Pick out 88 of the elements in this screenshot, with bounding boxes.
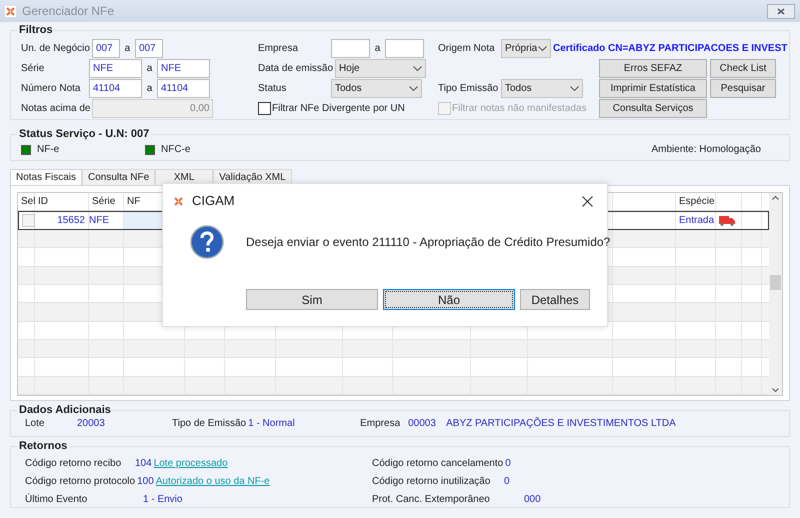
- value-text: 100: [137, 475, 154, 489]
- window-title: Gerenciador NFe: [22, 3, 114, 20]
- range-separator: a: [124, 42, 132, 56]
- group-title: Status Serviço - U.N: 007: [17, 127, 152, 141]
- dialog-message: Deseja enviar o evento 211110 - Apropriação de Crédito Presumido?: [246, 234, 610, 251]
- chevron-down-icon: [570, 86, 579, 91]
- tab[interactable]: Consulta NFe: [82, 169, 156, 185]
- range-separator: a: [146, 62, 154, 76]
- dropdown[interactable]: Hoje: [335, 59, 426, 78]
- table-cell-text: 15652: [57, 214, 85, 228]
- column-header: Sel: [21, 195, 36, 210]
- field-label: Código retorno protocolo: [25, 475, 136, 489]
- input-field[interactable]: [331, 39, 370, 58]
- field-label: Código retorno inutilização: [372, 475, 492, 489]
- field-label: Origem Nota: [438, 42, 496, 56]
- table-cell-text: NFE: [89, 214, 109, 228]
- field-label: Status: [258, 82, 288, 96]
- close-button[interactable]: [767, 4, 795, 18]
- range-separator: a: [374, 42, 382, 56]
- dialog-title: CIGAM: [192, 192, 235, 210]
- checkbox-label: Filtrar notas não manifestadas: [452, 102, 588, 116]
- input-field[interactable]: 007: [134, 39, 163, 58]
- chevron-down-icon: [413, 66, 422, 71]
- field-label: Data de emissão: [258, 62, 334, 76]
- chevron-down-icon: [772, 388, 779, 392]
- dropdown[interactable]: Própria: [501, 39, 551, 58]
- checkbox-label: Filtrar NFe Divergente por UN: [272, 102, 406, 116]
- app-logo-icon: [5, 6, 16, 16]
- field-label: Empresa: [258, 42, 300, 56]
- value-text: 104: [135, 457, 152, 472]
- scrollbar-thumb[interactable]: [770, 275, 781, 290]
- field-label: Último Evento: [25, 492, 88, 507]
- field-label: Série: [21, 62, 46, 76]
- value-text: 1 - Normal: [248, 417, 296, 431]
- field-label: Prot. Canc. Extemporâneo: [372, 492, 491, 507]
- range-separator: a: [146, 82, 154, 96]
- close-icon[interactable]: [582, 196, 593, 206]
- input-field[interactable]: 41104: [157, 79, 210, 98]
- field-label: Notas acima de: [21, 102, 92, 116]
- input-field[interactable]: [385, 39, 424, 58]
- field-label: Código retorno recibo: [25, 457, 122, 472]
- field-label: Código retorno cancelamento: [372, 457, 504, 472]
- chevron-down-icon: [409, 86, 418, 91]
- chevron-down-icon: [538, 46, 547, 51]
- dropdown[interactable]: Todos: [501, 79, 583, 98]
- action-button[interactable]: Check List: [710, 59, 776, 78]
- column-header: Espécie: [679, 195, 715, 210]
- status-label: NFC-e: [161, 143, 190, 157]
- status-label: NF-e: [37, 143, 60, 157]
- field-label: Lote: [25, 417, 46, 431]
- field-label: Empresa: [360, 417, 402, 431]
- value-text: 20003: [77, 417, 106, 431]
- input-field[interactable]: NFE: [89, 59, 142, 78]
- column-header: NF: [127, 195, 140, 210]
- dialog-button[interactable]: Detalhes: [520, 289, 590, 310]
- close-icon: [777, 8, 785, 14]
- checkbox[interactable]: [258, 102, 271, 115]
- value-text: ABYZ PARTICIPAÇÕES E INVESTIMENTOS LTDA: [446, 416, 676, 431]
- value-text: 00003: [408, 417, 437, 431]
- question-icon: [190, 225, 224, 259]
- value-text: 000: [524, 492, 541, 507]
- input-field[interactable]: 007: [92, 39, 120, 58]
- truck-icon: [719, 216, 735, 226]
- action-button[interactable]: Pesquisar: [710, 79, 776, 98]
- input-field[interactable]: 41104: [89, 79, 142, 98]
- dropdown[interactable]: Todos: [331, 79, 422, 98]
- field-label: Número Nota: [21, 82, 82, 96]
- certificate-text: Certificado CN=ABYZ PARTICIPACOES E INVEST: [553, 42, 788, 56]
- environment-text: Ambiente: Homologação: [651, 143, 761, 157]
- dialog-button[interactable]: Sim: [246, 289, 378, 310]
- app-logo-icon: [173, 196, 184, 206]
- action-button[interactable]: Imprimir Estatística: [599, 79, 707, 98]
- scrollbar[interactable]: [769, 193, 782, 395]
- tab[interactable]: Notas Fiscais: [10, 169, 82, 185]
- field-label: Un. de Negócio: [21, 42, 91, 56]
- column-header: Série: [92, 195, 116, 210]
- action-button[interactable]: Consulta Serviços: [599, 99, 707, 118]
- value-text: 0: [505, 457, 511, 472]
- value-text: 1 - Envio: [143, 492, 182, 507]
- input-field[interactable]: NFE: [157, 59, 210, 78]
- value-text: 0: [504, 475, 510, 489]
- field-label: Tipo Emissão: [438, 82, 500, 96]
- chevron-up-icon: [772, 196, 779, 200]
- field-label: Tipo de Emissão: [172, 417, 248, 431]
- action-button[interactable]: Erros SEFAZ: [599, 59, 707, 78]
- dialog-button[interactable]: Não: [383, 289, 515, 310]
- table-cell-text: Entrada: [679, 214, 714, 228]
- column-header: ID: [38, 195, 48, 210]
